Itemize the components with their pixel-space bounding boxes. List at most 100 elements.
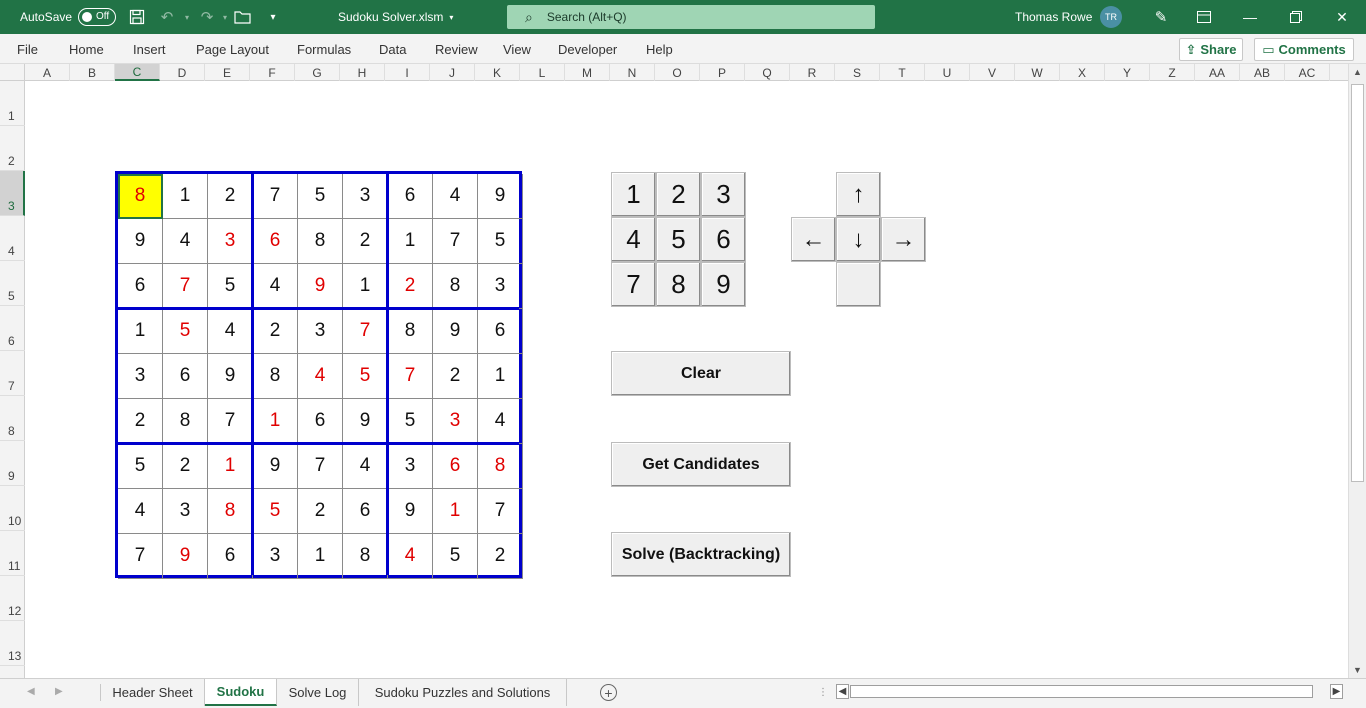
digit-7-button[interactable]: 7 <box>611 262 656 307</box>
sudoku-cell-r8c2[interactable]: 3 <box>163 489 208 534</box>
tab-split-handle[interactable]: ⋮ <box>818 687 828 698</box>
sudoku-cell-r6c3[interactable]: 7 <box>208 399 253 444</box>
column-header-y[interactable]: Y <box>1105 64 1150 81</box>
menu-page-layout[interactable]: Page Layout <box>196 42 269 57</box>
sudoku-cell-r1c3[interactable]: 2 <box>208 174 253 219</box>
sudoku-cell-r5c6[interactable]: 5 <box>343 354 388 399</box>
open-folder-icon[interactable] <box>232 0 254 34</box>
column-header-b[interactable]: B <box>70 64 115 81</box>
column-header-ab[interactable]: AB <box>1240 64 1285 81</box>
sudoku-cell-r3c5[interactable]: 9 <box>298 264 343 309</box>
sudoku-cell-r5c5[interactable]: 4 <box>298 354 343 399</box>
column-header-c[interactable]: C <box>115 64 160 81</box>
sudoku-cell-r3c3[interactable]: 5 <box>208 264 253 309</box>
sudoku-cell-r9c7[interactable]: 4 <box>388 534 433 579</box>
sudoku-cell-r9c4[interactable]: 3 <box>253 534 298 579</box>
arrow-down-button[interactable]: ↓ <box>836 217 881 262</box>
pen-icon[interactable]: ✎ <box>1150 0 1172 34</box>
sudoku-cell-r9c5[interactable]: 1 <box>298 534 343 579</box>
arrow-right-button[interactable]: → <box>881 217 926 262</box>
column-header-d[interactable]: D <box>160 64 205 81</box>
row-header-11[interactable]: 11 <box>0 531 25 576</box>
sudoku-cell-r8c7[interactable]: 9 <box>388 489 433 534</box>
column-header-f[interactable]: F <box>250 64 295 81</box>
column-header-v[interactable]: V <box>970 64 1015 81</box>
sudoku-cell-r8c3[interactable]: 8 <box>208 489 253 534</box>
digit-9-button[interactable]: 9 <box>701 262 746 307</box>
avatar[interactable]: TR <box>1100 6 1122 28</box>
sudoku-cell-r6c4[interactable]: 1 <box>253 399 298 444</box>
sudoku-cell-r9c2[interactable]: 9 <box>163 534 208 579</box>
sudoku-cell-r3c1[interactable]: 6 <box>118 264 163 309</box>
horizontal-scrollbar[interactable]: ◀ ▶ <box>836 684 1346 700</box>
undo-dropdown-icon[interactable]: ▾ <box>176 0 198 34</box>
sudoku-cell-r9c8[interactable]: 5 <box>433 534 478 579</box>
row-header-13[interactable]: 13 <box>0 621 25 666</box>
column-header-ac[interactable]: AC <box>1285 64 1330 81</box>
column-header-t[interactable]: T <box>880 64 925 81</box>
row-header-5[interactable]: 5 <box>0 261 25 306</box>
sudoku-cell-r3c9[interactable]: 3 <box>478 264 523 309</box>
sudoku-cell-r6c8[interactable]: 3 <box>433 399 478 444</box>
clear-button[interactable]: Clear <box>611 351 791 396</box>
sudoku-cell-r6c6[interactable]: 9 <box>343 399 388 444</box>
arrow-up-button[interactable]: ↑ <box>836 172 881 217</box>
sudoku-cell-r5c9[interactable]: 1 <box>478 354 523 399</box>
undo-icon[interactable]: ↶ <box>156 0 178 34</box>
row-header-6[interactable]: 6 <box>0 306 25 351</box>
share-button[interactable]: ⇪ Share <box>1179 38 1243 61</box>
sudoku-cell-r9c9[interactable]: 2 <box>478 534 523 579</box>
comments-button[interactable]: ▭ Comments <box>1254 38 1354 61</box>
digit-8-button[interactable]: 8 <box>656 262 701 307</box>
sudoku-cell-r7c4[interactable]: 9 <box>253 444 298 489</box>
sudoku-cell-r9c6[interactable]: 8 <box>343 534 388 579</box>
column-header-p[interactable]: P <box>700 64 745 81</box>
sudoku-cell-r7c9[interactable]: 8 <box>478 444 523 489</box>
menu-formulas[interactable]: Formulas <box>297 42 351 57</box>
sudoku-cell-r4c2[interactable]: 5 <box>163 309 208 354</box>
sudoku-cell-r1c9[interactable]: 9 <box>478 174 523 219</box>
column-header-i[interactable]: I <box>385 64 430 81</box>
column-header-h[interactable]: H <box>340 64 385 81</box>
search-input[interactable]: ⌕ Search (Alt+Q) <box>507 5 875 29</box>
sudoku-cell-r2c1[interactable]: 9 <box>118 219 163 264</box>
sudoku-cell-r5c3[interactable]: 9 <box>208 354 253 399</box>
sudoku-cell-r1c6[interactable]: 3 <box>343 174 388 219</box>
menu-home[interactable]: Home <box>69 42 104 57</box>
sudoku-cell-r7c8[interactable]: 6 <box>433 444 478 489</box>
row-header-3[interactable]: 3 <box>0 171 25 216</box>
sudoku-cell-r7c7[interactable]: 3 <box>388 444 433 489</box>
sudoku-cell-r2c8[interactable]: 7 <box>433 219 478 264</box>
column-header-aa[interactable]: AA <box>1195 64 1240 81</box>
sudoku-cell-r4c9[interactable]: 6 <box>478 309 523 354</box>
sudoku-cell-r1c5[interactable]: 5 <box>298 174 343 219</box>
sudoku-cell-r7c1[interactable]: 5 <box>118 444 163 489</box>
column-header-u[interactable]: U <box>925 64 970 81</box>
sudoku-cell-r1c7[interactable]: 6 <box>388 174 433 219</box>
menu-review[interactable]: Review <box>435 42 478 57</box>
row-header-12[interactable]: 12 <box>0 576 25 621</box>
row-header-7[interactable]: 7 <box>0 351 25 396</box>
sudoku-cell-r5c1[interactable]: 3 <box>118 354 163 399</box>
sudoku-cell-r2c2[interactable]: 4 <box>163 219 208 264</box>
sudoku-cell-r1c1[interactable]: 8 <box>118 174 163 219</box>
sudoku-cell-r8c5[interactable]: 2 <box>298 489 343 534</box>
tab-solve-log[interactable]: Solve Log <box>277 679 359 706</box>
column-header-z[interactable]: Z <box>1150 64 1195 81</box>
sudoku-cell-r2c4[interactable]: 6 <box>253 219 298 264</box>
column-header-l[interactable]: L <box>520 64 565 81</box>
sudoku-cell-r4c7[interactable]: 8 <box>388 309 433 354</box>
arrow-left-button[interactable]: ← <box>791 217 836 262</box>
add-sheet-icon[interactable]: + <box>600 684 617 701</box>
digit-1-button[interactable]: 1 <box>611 172 656 217</box>
sudoku-cell-r3c2[interactable]: 7 <box>163 264 208 309</box>
tab-header-sheet[interactable]: Header Sheet <box>101 679 205 706</box>
sudoku-cell-r2c3[interactable]: 3 <box>208 219 253 264</box>
sudoku-cell-r4c4[interactable]: 2 <box>253 309 298 354</box>
sudoku-cell-r5c8[interactable]: 2 <box>433 354 478 399</box>
column-header-a[interactable]: A <box>25 64 70 81</box>
sudoku-cell-r1c8[interactable]: 4 <box>433 174 478 219</box>
sudoku-cell-r5c7[interactable]: 7 <box>388 354 433 399</box>
column-header-w[interactable]: W <box>1015 64 1060 81</box>
sudoku-cell-r3c4[interactable]: 4 <box>253 264 298 309</box>
